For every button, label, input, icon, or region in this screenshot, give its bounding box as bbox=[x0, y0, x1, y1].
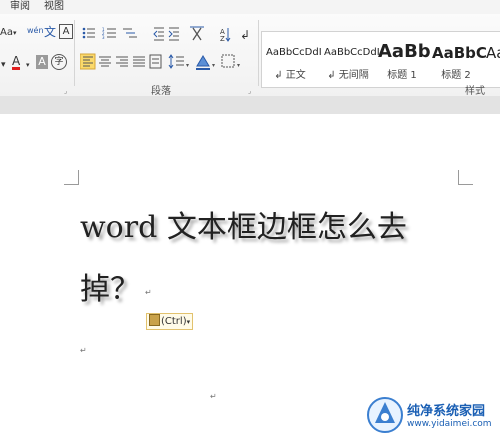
borders-icon[interactable] bbox=[221, 54, 235, 68]
watermark-title: 纯净系统家园 bbox=[407, 404, 486, 419]
paragraph-toolbar: 123 AZ ↲ ▾ ▾ ▾ bbox=[80, 26, 250, 70]
style-title[interactable]: Aa bbox=[482, 32, 500, 87]
style-no-spacing[interactable]: AaBbCcDdI ↲ 无间隔 bbox=[320, 32, 380, 87]
menu-review[interactable]: 审阅 bbox=[10, 0, 30, 13]
svg-text:▾: ▾ bbox=[237, 62, 240, 69]
style-heading-2[interactable]: AaBbC 标题 2 bbox=[428, 32, 487, 87]
justify-icon[interactable] bbox=[133, 56, 145, 67]
site-watermark: 纯净系统家园 www.yidaimei.com bbox=[366, 394, 496, 438]
svg-text:▾: ▾ bbox=[186, 62, 189, 69]
styles-gallery: AaBbCcDdI ↲ 正文 AaBbCcDdI ↲ 无间隔 AaBb 标题 1… bbox=[261, 31, 500, 88]
font-size-button[interactable]: Aa bbox=[0, 26, 13, 40]
paste-options-label: (Ctrl) bbox=[161, 316, 187, 327]
styles-group-label: 样式 bbox=[465, 86, 485, 97]
group-separator bbox=[258, 20, 259, 86]
paragraph-mark: ↵ bbox=[80, 346, 87, 355]
show-formatting-marks-icon[interactable]: ↲ bbox=[240, 28, 250, 42]
dropdown-arrow-icon[interactable]: ▾ bbox=[26, 58, 30, 72]
char-border-button[interactable]: A bbox=[59, 24, 73, 39]
multilevel-list-icon[interactable] bbox=[123, 28, 137, 38]
document-title-line-1[interactable]: word 文本框边框怎么去 bbox=[80, 202, 407, 246]
numbering-icon[interactable]: 123 bbox=[102, 27, 116, 40]
enclose-char-button[interactable]: 字 bbox=[51, 54, 67, 70]
style-heading-1[interactable]: AaBb 标题 1 bbox=[374, 32, 431, 87]
distributed-icon[interactable] bbox=[149, 54, 162, 69]
document-page[interactable]: word 文本框边框怎么去 掉？ ↵ ↵ ↵ bbox=[0, 114, 500, 441]
svg-text:▾: ▾ bbox=[212, 62, 215, 69]
dropdown-arrow-icon[interactable]: ▾ bbox=[1, 58, 6, 72]
line-spacing-arrows-icon bbox=[168, 54, 174, 69]
menu-view[interactable]: 视图 bbox=[44, 0, 64, 13]
line-spacing-icon[interactable] bbox=[176, 56, 184, 66]
bullets-icon[interactable] bbox=[82, 27, 95, 39]
watermark-url: www.yidaimei.com bbox=[407, 419, 492, 429]
ribbon: Aa ▾ wén 文 A ▾ A ▾ A 字 ⌟ 123 A Z ↲ ▾ ▾ ▾… bbox=[0, 14, 500, 97]
phonetic-text-icon[interactable]: 文 bbox=[44, 25, 56, 39]
svg-text:↲: ↲ bbox=[240, 28, 250, 42]
dropdown-arrow-icon[interactable]: ▾ bbox=[13, 26, 17, 40]
paste-options-button[interactable]: (Ctrl)▾ bbox=[146, 313, 194, 330]
char-shading-button[interactable]: A bbox=[36, 55, 48, 69]
margin-corner-top-left bbox=[64, 170, 79, 185]
chevron-down-icon: ▾ bbox=[186, 318, 191, 326]
style-normal[interactable]: AaBbCcDdI ↲ 正文 bbox=[262, 32, 322, 87]
paragraph-mark: ↵ bbox=[145, 288, 152, 297]
watermark-logo-icon bbox=[367, 397, 403, 433]
paragraph-mark: ↵ bbox=[210, 392, 217, 401]
clipboard-icon bbox=[149, 314, 160, 326]
shading-icon[interactable] bbox=[196, 55, 210, 70]
svg-text:Z: Z bbox=[220, 35, 225, 43]
chinese-layout-icon[interactable] bbox=[190, 26, 204, 41]
align-left-button[interactable] bbox=[80, 53, 96, 70]
font-color-button[interactable]: A bbox=[12, 55, 21, 70]
increase-indent-icon[interactable] bbox=[168, 27, 179, 41]
decrease-indent-icon[interactable] bbox=[153, 27, 164, 41]
svg-text:3: 3 bbox=[102, 35, 105, 40]
group-separator bbox=[74, 20, 75, 86]
align-center-icon[interactable] bbox=[99, 56, 111, 67]
sort-icon[interactable]: AZ bbox=[220, 28, 231, 43]
paragraph-group-label: 段落 bbox=[151, 86, 171, 97]
menu-bar: 审阅 视图 bbox=[0, 0, 500, 14]
ruler-gap bbox=[0, 96, 500, 114]
phonetic-guide-button[interactable]: wén bbox=[27, 24, 44, 38]
align-right-icon[interactable] bbox=[116, 56, 128, 67]
margin-corner-top-right bbox=[458, 170, 473, 185]
document-title-line-2[interactable]: 掉？ bbox=[80, 264, 140, 308]
